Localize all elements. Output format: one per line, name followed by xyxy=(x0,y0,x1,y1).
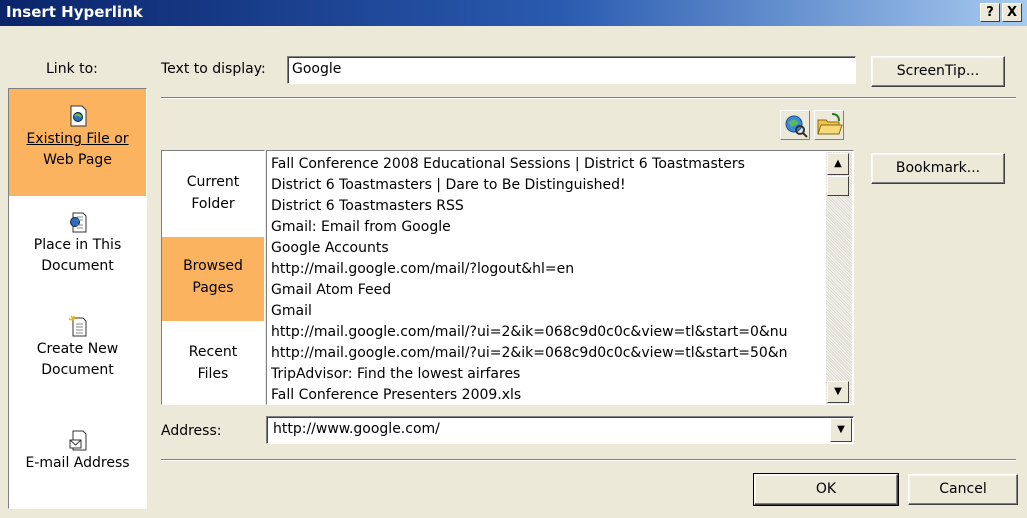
list-item[interactable]: Gmail: Email from Google xyxy=(271,217,451,238)
look-in-label-2: Folder xyxy=(191,196,235,212)
link-item-label-2: Document xyxy=(41,258,114,274)
link-item-label-2: Document xyxy=(41,362,114,378)
list-item[interactable]: Gmail xyxy=(271,301,312,322)
cancel-button[interactable]: Cancel xyxy=(908,474,1018,505)
title-bar[interactable] xyxy=(0,0,1027,26)
address-dropdown-icon[interactable]: ▼ xyxy=(830,418,852,442)
browse-web-icon xyxy=(785,115,808,138)
new-document-icon xyxy=(68,315,86,337)
list-item[interactable]: Fall Conference 2008 Educational Session… xyxy=(271,154,745,175)
text-to-display-label: Text to display: xyxy=(161,61,266,77)
look-in-label-1: Current xyxy=(186,174,240,190)
look-in-bar: Current Folder Browsed Pages Recent File… xyxy=(161,150,265,405)
link-item-label-1: E-mail Address xyxy=(25,455,130,471)
window-title: Insert Hyperlink xyxy=(6,3,143,21)
list-item[interactable]: District 6 Toastmasters RSS xyxy=(271,196,464,217)
look-in-recent-files[interactable]: Recent Files xyxy=(162,341,264,401)
scroll-up-icon[interactable]: ▲ xyxy=(827,153,849,175)
text-to-display-field[interactable]: Google xyxy=(287,56,856,84)
link-item-label-1: Existing File or xyxy=(26,131,129,147)
list-item[interactable]: Google Accounts xyxy=(271,238,389,259)
address-combobox[interactable]: http://www.google.com/ ▼ xyxy=(266,416,854,444)
scroll-down-icon[interactable]: ▼ xyxy=(827,381,849,403)
link-item-label-1: Place in This xyxy=(33,237,122,253)
text-to-display-value: Google xyxy=(292,61,342,77)
list-item[interactable]: Fall Conference Presenters 2009.xls xyxy=(271,385,521,404)
list-item[interactable]: District 6 Toastmasters | Dare to Be Dis… xyxy=(271,175,626,196)
separator xyxy=(161,97,1016,99)
browse-file-icon xyxy=(817,113,843,135)
address-label: Address: xyxy=(161,423,222,439)
list-item[interactable]: TripAdvisor: Find the lowest airfares xyxy=(271,364,520,385)
list-item[interactable]: http://mail.google.com/mail/?ui=2&ik=068… xyxy=(271,343,788,364)
look-in-label-2: Pages xyxy=(192,280,234,296)
link-existing-file-or-web-page[interactable]: Existing File or Web Page xyxy=(9,89,146,196)
look-in-current-folder[interactable]: Current Folder xyxy=(162,171,264,231)
address-value: http://www.google.com/ xyxy=(273,421,440,437)
look-in-browsed-pages[interactable]: Browsed Pages xyxy=(162,237,264,321)
list-scrollbar[interactable]: ▲ ▼ xyxy=(826,152,852,404)
browsed-pages-list[interactable]: Fall Conference 2008 Educational Session… xyxy=(266,150,854,405)
look-in-label-1: Browsed xyxy=(183,258,243,274)
list-item[interactable]: http://mail.google.com/mail/?ui=2&ik=068… xyxy=(271,322,788,343)
list-item[interactable]: Gmail Atom Feed xyxy=(271,280,391,301)
ok-button[interactable]: OK xyxy=(753,473,899,506)
link-item-label-1: Create New xyxy=(36,341,119,357)
screentip-button[interactable]: ScreenTip... xyxy=(871,56,1005,87)
link-to-label: Link to: xyxy=(46,61,98,77)
help-button[interactable]: ? xyxy=(980,3,1000,22)
look-in-label-2: Files xyxy=(197,366,229,382)
browse-web-button[interactable] xyxy=(780,110,810,140)
look-in-label-1: Recent xyxy=(188,344,238,360)
email-icon xyxy=(69,430,86,451)
link-create-new-document[interactable]: Create New Document xyxy=(9,315,146,395)
close-button[interactable]: X xyxy=(1002,3,1022,22)
link-place-in-this-document[interactable]: Place in This Document xyxy=(9,211,146,291)
web-page-icon xyxy=(70,105,86,127)
separator xyxy=(161,459,1016,461)
link-email-address[interactable]: E-mail Address xyxy=(9,429,146,489)
link-item-label-2: Web Page xyxy=(43,152,112,168)
bookmark-button[interactable]: Bookmark... xyxy=(871,153,1005,184)
browse-file-button[interactable] xyxy=(814,110,844,140)
document-place-icon xyxy=(69,212,86,233)
link-to-bar: Existing File or Web Page Place in This … xyxy=(8,88,147,509)
list-item[interactable]: http://mail.google.com/mail/?logout&hl=e… xyxy=(271,259,574,280)
scroll-thumb[interactable] xyxy=(827,176,849,196)
